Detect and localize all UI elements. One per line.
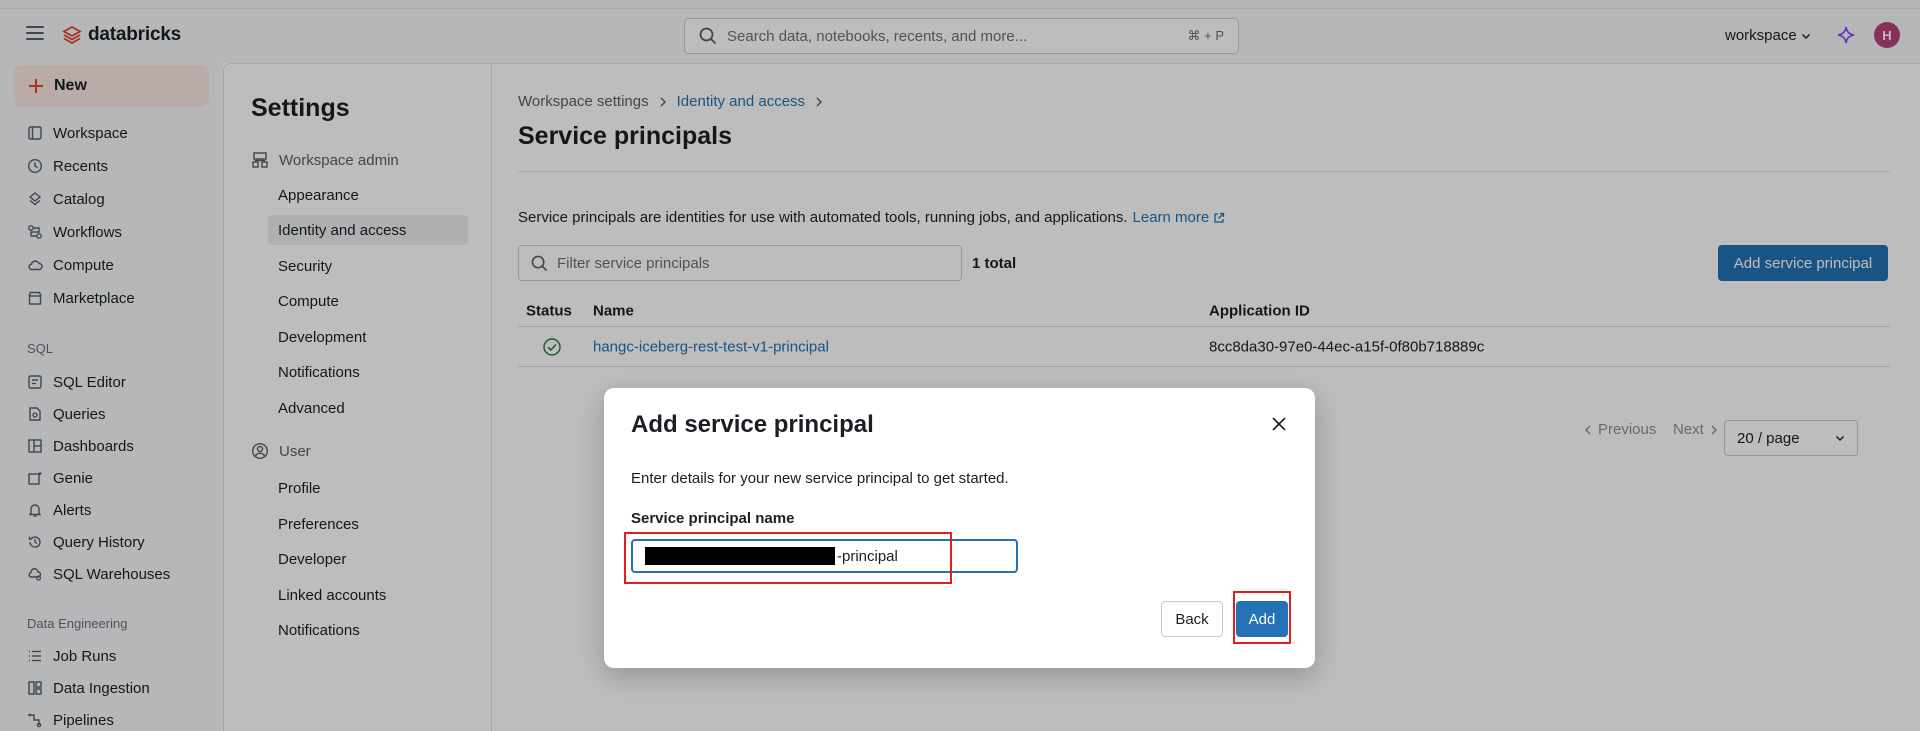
highlight-annotation-add-button — [1233, 591, 1291, 644]
dialog-title: Add service principal — [631, 411, 874, 438]
add-service-principal-dialog: Add service principal Enter details for … — [604, 388, 1315, 668]
back-button[interactable]: Back — [1161, 601, 1223, 637]
dialog-description: Enter details for your new service princ… — [631, 470, 1009, 487]
service-principal-name-label: Service principal name — [631, 510, 795, 527]
close-icon[interactable] — [1268, 413, 1290, 435]
highlight-annotation-name-field — [624, 532, 952, 584]
